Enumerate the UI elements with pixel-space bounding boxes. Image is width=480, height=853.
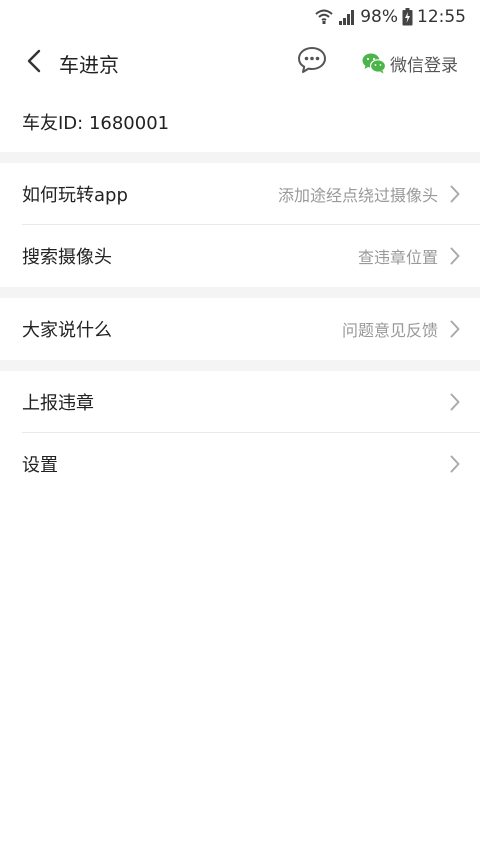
user-id-text: 车友ID: 1680001 [22, 113, 170, 134]
menu-item-label: 搜索摄像头 [22, 247, 112, 268]
clock: 12:55 [417, 7, 466, 27]
status-bar: 98% 12:55 [0, 0, 480, 34]
menu-item-hint: 查违章位置 [357, 248, 438, 267]
chat-bubble-icon [297, 46, 327, 78]
menu-item-hint: 添加途经点绕过摄像头 [277, 185, 438, 205]
chevron-right-icon [450, 185, 460, 203]
wechat-login-label: 微信登录 [390, 55, 458, 76]
menu-item-search-camera[interactable]: 搜索摄像头 查违章位置 [22, 225, 480, 287]
menu-item-label: 设置 [22, 455, 58, 476]
wechat-login-button[interactable]: 微信登录 [362, 44, 458, 82]
wechat-icon [362, 52, 386, 74]
nav-bar: 车进京 微信登录 [0, 34, 480, 92]
menu-item-report-violation[interactable]: 上报违章 [22, 371, 480, 433]
chevron-left-icon [26, 49, 42, 77]
chevron-right-icon [450, 320, 460, 338]
menu-item-label: 如何玩转app [22, 184, 128, 206]
section-divider [0, 152, 480, 163]
menu-item-how-to-use[interactable]: 如何玩转app 添加途经点绕过摄像头 [22, 163, 480, 225]
battery-icon [402, 8, 413, 26]
menu-group-feedback: 大家说什么 问题意见反馈 [0, 298, 480, 360]
menu-item-label: 大家说什么 [22, 320, 112, 341]
menu-item-settings[interactable]: 设置 [22, 433, 480, 495]
signal-icon [338, 8, 356, 26]
chevron-right-icon [450, 455, 460, 473]
chat-button[interactable] [294, 42, 330, 82]
user-id-row: 车友ID: 1680001 [0, 92, 480, 152]
menu-group-help: 如何玩转app 添加途经点绕过摄像头 搜索摄像头 查违章位置 [0, 163, 480, 287]
page-title: 车进京 [59, 52, 119, 77]
menu-item-label: 上报违章 [22, 392, 94, 414]
menu-item-hint: 问题意见反馈 [341, 321, 438, 340]
chevron-right-icon [450, 393, 460, 411]
section-divider [0, 287, 480, 298]
chevron-right-icon [450, 247, 460, 265]
wifi-icon [314, 8, 334, 26]
menu-item-community[interactable]: 大家说什么 问题意见反馈 [22, 298, 480, 360]
section-divider [0, 360, 480, 371]
battery-percent: 98% [360, 7, 398, 27]
app-screen: 98% 12:55 车进京 微信登录 车友ID: 1680001 如何玩转app… [0, 0, 480, 853]
menu-group-misc: 上报违章 设置 [0, 371, 480, 495]
back-button[interactable] [12, 41, 56, 85]
